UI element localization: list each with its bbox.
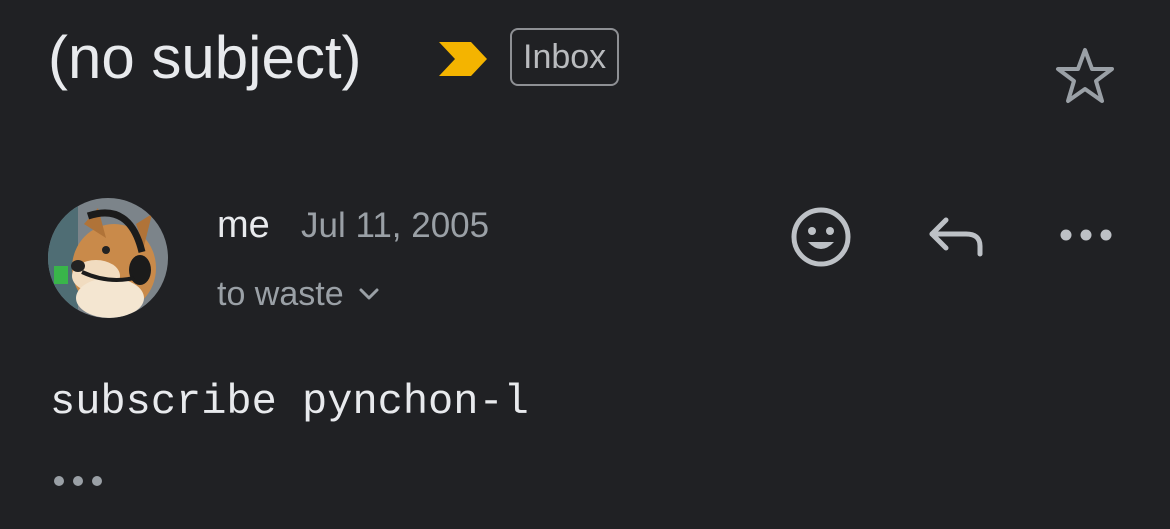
email-subject: (no subject) (48, 24, 362, 91)
show-trimmed-content-button[interactable] (50, 466, 108, 496)
star-icon[interactable] (1052, 44, 1118, 110)
sent-date: Jul 11, 2005 (301, 206, 490, 245)
chevron-down-icon (358, 287, 380, 301)
reply-arrow-icon[interactable] (922, 208, 988, 264)
sender-avatar[interactable] (48, 198, 168, 318)
recipients-label: to waste (217, 275, 344, 313)
emoji-smile-icon[interactable] (788, 204, 854, 270)
importance-marker-icon[interactable] (437, 40, 489, 78)
ellipsis-icon (54, 476, 102, 486)
message-body: subscribe pynchon-l (50, 378, 529, 426)
sender-name[interactable]: me (217, 200, 270, 250)
recipients-toggle[interactable]: to waste (217, 272, 380, 316)
email-message-view: (no subject) Inbox me Jul 11, 2005 to wa… (0, 0, 1170, 529)
inbox-label-chip[interactable]: Inbox (510, 28, 620, 86)
more-horizontal-icon[interactable] (1056, 220, 1116, 250)
